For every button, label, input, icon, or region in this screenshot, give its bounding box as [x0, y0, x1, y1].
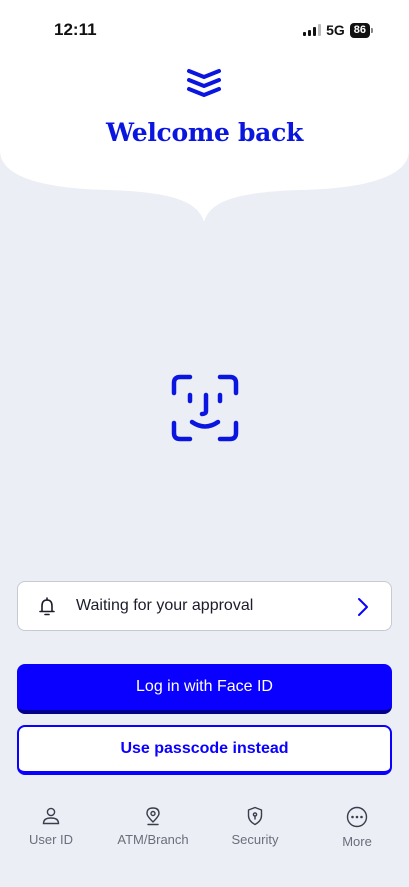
use-passcode-button[interactable]: Use passcode instead: [17, 725, 392, 775]
battery-level: 86: [349, 22, 370, 38]
face-id-login-button[interactable]: Log in with Face ID: [17, 664, 392, 714]
tab-security[interactable]: Security: [204, 800, 306, 847]
status-bar: 12:11 5G 86: [0, 0, 409, 60]
battery-icon: 86: [349, 22, 373, 38]
chevron-right-icon[interactable]: [357, 596, 369, 618]
tab-atm-branch[interactable]: ATM/Branch: [102, 800, 204, 847]
tab-user-id[interactable]: User ID: [0, 800, 102, 847]
approval-notification[interactable]: Waiting for your approval: [17, 581, 392, 631]
page-title: Welcome back: [105, 118, 304, 147]
face-id-icon[interactable]: [170, 373, 240, 443]
network-label: 5G: [326, 22, 345, 38]
user-icon: [42, 807, 60, 825]
signal-icon: [303, 24, 322, 36]
notification-text: Waiting for your approval: [76, 597, 254, 614]
status-time: 12:11: [54, 20, 97, 39]
tab-label: User ID: [28, 832, 74, 847]
tab-more[interactable]: More: [306, 800, 408, 849]
tab-label: ATM/Branch: [117, 832, 189, 847]
shield-lock-icon: [247, 806, 263, 826]
more-dots-icon: [346, 806, 368, 828]
tab-label: Security: [231, 832, 279, 847]
status-indicators: 5G 86: [303, 22, 373, 38]
bank-stack-logo-icon: [187, 69, 221, 97]
bell-icon: [39, 597, 55, 616]
location-pin-icon: [146, 807, 160, 826]
tab-label: More: [342, 834, 372, 849]
bottom-tab-bar: User ID ATM/Branch Security More: [0, 800, 409, 860]
